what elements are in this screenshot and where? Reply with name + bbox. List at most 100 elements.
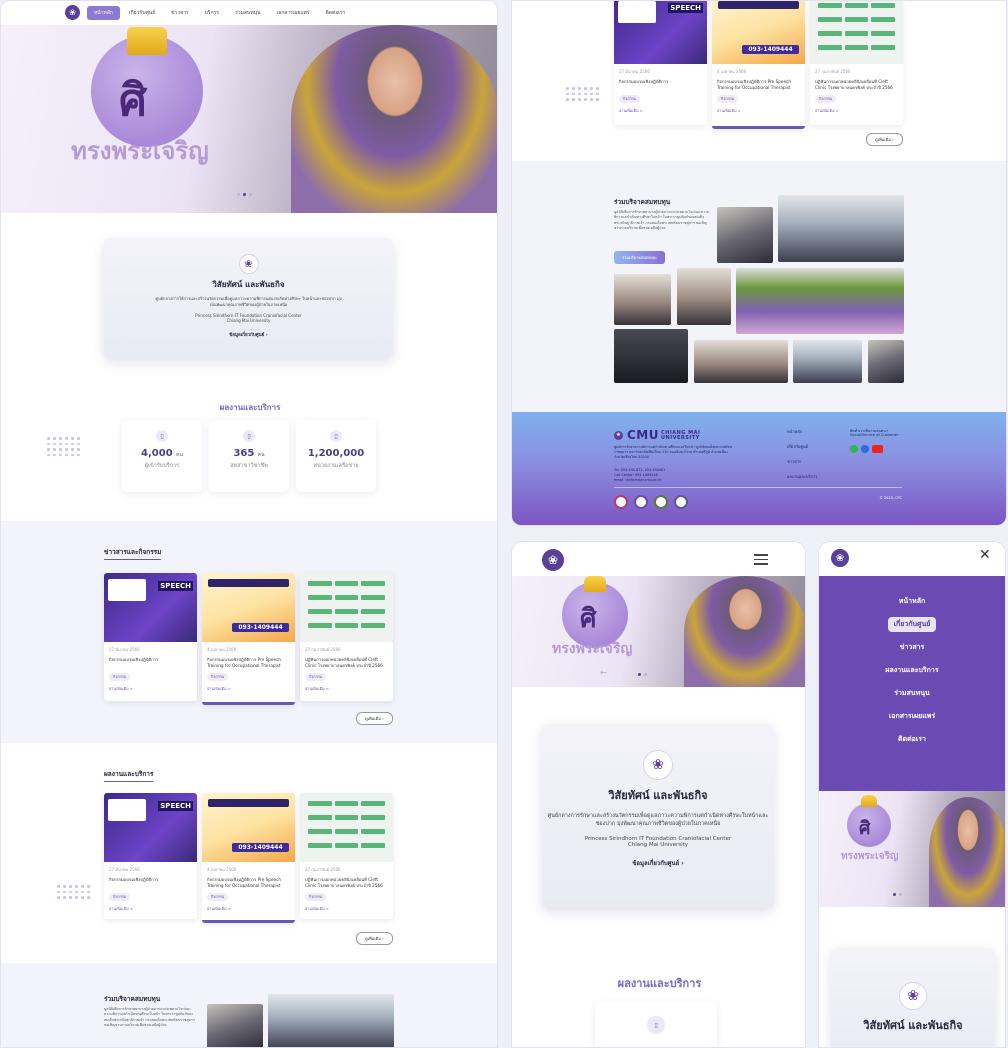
news-image — [300, 573, 393, 642]
view-all-news-button[interactable]: ดูเพิ่มเติม › — [356, 712, 393, 725]
work-title: กิจกรรมอบรมเชิงปฏิบัติการ — [619, 79, 669, 84]
facebook-icon[interactable] — [861, 445, 869, 453]
stats-title: ผลงานและบริการ — [219, 403, 281, 412]
menu-item-services[interactable]: ผลงานและบริการ — [879, 663, 944, 678]
nav-news[interactable]: ข่าวสาร — [164, 6, 196, 20]
read-more-link[interactable]: อ่านเพิ่มเติม > — [717, 108, 800, 114]
footer-email: email: cleftcenter.cmu.ac.th — [614, 478, 662, 482]
site-footer: ❀ CMU CHIANG MAI UNIVERSITY ศูนย์การรักษา… — [512, 412, 1006, 525]
news-tag[interactable]: กิจกรรม — [109, 673, 131, 681]
donation-photo — [694, 340, 788, 383]
dot-pattern — [566, 87, 599, 101]
donation-photo — [207, 1004, 263, 1047]
work-title: กิจกรรมอบรมเชิงปฏิบัติการ Pre Speech Tra… — [717, 79, 792, 90]
read-more-link[interactable]: อ่านเพิ่มเติม > — [305, 906, 388, 912]
donate-button[interactable]: ร่วมบริจาคสมทบทุน — [614, 251, 665, 264]
work-tag[interactable]: กิจกรรม — [717, 95, 739, 103]
footer-link-services[interactable]: ผลงานและบริการ — [787, 473, 817, 480]
read-more-link[interactable]: อ่านเพิ่มเติม > — [109, 686, 192, 692]
university-name-en: Chiang Mai University — [226, 318, 271, 323]
social-sub: Social/Service of Customer — [850, 433, 899, 437]
work-title: กิจกรรมอบรมเชิงปฏิบัติการ — [109, 877, 159, 882]
menu-item-about[interactable]: เกี่ยวกับศูนย์ — [887, 617, 937, 632]
menu-item-documents[interactable]: เอกสารเผยแพร่ — [883, 709, 941, 724]
mobile-page: ❀ ศิ ทรงพระเจริญ ← ❀ วิสัยทัศน์ และพันธก… — [511, 541, 806, 1048]
nav-contact[interactable]: ติดต่อเรา — [319, 6, 353, 20]
read-more-link[interactable]: อ่านเพิ่มเติม > — [109, 906, 192, 912]
view-all-works-button[interactable]: ดูเพิ่มเติม › — [866, 133, 903, 146]
work-tag[interactable]: กิจกรรม — [815, 95, 837, 103]
work-card[interactable]: 093-1409444 4 เมษายน 2566 กิจกรรมอบรมเชิง… — [712, 1, 805, 129]
close-icon[interactable]: ✕ — [979, 547, 991, 563]
footer-link-about[interactable]: เกี่ยวกับศูนย์ — [787, 443, 817, 450]
read-more-link[interactable]: อ่านเพิ่มเติม > — [207, 906, 290, 912]
donation-photo — [614, 274, 671, 325]
menu-item-contact[interactable]: ติดต่อเรา — [892, 732, 932, 747]
news-card[interactable]: 27 กุมภาพันธ์ 2566 ปฏิทินการออกหน่วยคลินิ… — [300, 573, 393, 701]
partner-seal-icon — [654, 495, 668, 509]
cfc-logo-icon[interactable]: ❀ — [542, 549, 564, 571]
nav-documents[interactable]: เอกสารเผยแพร่ — [269, 6, 316, 20]
work-tag[interactable]: กิจกรรม — [109, 893, 131, 901]
line-icon[interactable] — [850, 445, 858, 453]
youtube-icon[interactable] — [872, 445, 883, 453]
view-all-works-button[interactable]: ดูเพิ่มเติม › — [356, 932, 393, 945]
vision-desc: ศูนย์กลางการให้การและสร้างนวัตกรรมเพื่อด… — [155, 296, 342, 307]
nav-home[interactable]: หน้าหลัก — [87, 6, 120, 20]
hero-caption: ทรงพระเจริญ — [841, 851, 899, 862]
nav-donate[interactable]: ร่วมสนทนุน — [228, 6, 267, 20]
hero-slider-dots[interactable] — [893, 893, 902, 896]
work-tag[interactable]: กิจกรรม — [305, 893, 327, 901]
work-title: กิจกรรมอบรมเชิงปฏิบัติการ Pre Speech Tra… — [207, 877, 282, 888]
hero-slider-dots[interactable] — [638, 673, 647, 676]
donate-desc: มูลนิธิเพื่อการรักษาพยาบาลผู้ป่วยปากแหว่… — [614, 210, 710, 230]
footer-tel: Tel: 053-935-871, 053-934481 — [614, 468, 666, 472]
stat-value: 4,000 — [141, 448, 173, 459]
about-center-link[interactable]: ข้อมูลเกี่ยวกับศูนย์ › — [542, 858, 774, 868]
menu-item-home[interactable]: หน้าหลัก — [893, 594, 931, 609]
stat-value: 1,200,000 — [307, 448, 365, 459]
document-icon: ▯ — [647, 1016, 665, 1034]
hamburger-menu-icon[interactable] — [754, 554, 768, 568]
slider-prev-icon[interactable]: ← — [600, 668, 607, 677]
work-card[interactable]: SPEECH 27 มีนาคม 2566 กิจกรรมอบรมเชิงปฏิบ… — [614, 1, 707, 125]
work-card[interactable]: 27 กุมภาพันธ์ 2566 ปฏิทินการออกหน่วยคลินิ… — [810, 1, 903, 125]
news-card[interactable]: SPEECH 27 มีนาคม 2566 กิจกรรมอบรมเชิงปฏิบ… — [104, 573, 197, 701]
work-card[interactable]: 093-1409444 4 เมษายน 2566 กิจกรรมอบรมเชิง… — [202, 793, 295, 923]
work-tag[interactable]: กิจกรรม — [207, 893, 229, 901]
menu-item-news[interactable]: ข่าวสาร — [894, 640, 931, 655]
university-name-en: Chiang Mai University — [627, 841, 689, 848]
news-heading: ข่าวสารและกิจกรรม — [104, 547, 162, 560]
menu-item-donate[interactable]: ร่วมสนทนุน — [888, 686, 936, 701]
donate-desc: มูลนิธิเพื่อการรักษาพยาบาลผู้ป่วยปากแหว่… — [104, 1007, 195, 1027]
news-title: กิจกรรมอบรมเชิงปฏิบัติการ — [109, 657, 159, 662]
vision-title: วิสัยทัศน์ และพันธกิจ — [212, 280, 285, 289]
news-title: ปฏิทินการออกหน่วยคลินิกเคลื่อนที่ Cleft … — [305, 657, 383, 668]
read-more-link[interactable]: อ่านเพิ่มเติม > — [305, 686, 388, 692]
nav-services[interactable]: บริการ — [198, 6, 226, 20]
work-card[interactable]: SPEECH 27 มีนาคม 2566 กิจกรรมอบรมเชิงปฏิบ… — [104, 793, 197, 919]
donation-photo — [614, 329, 688, 383]
news-card[interactable]: 093-1409444 4 เมษายน 2566 กิจกรรมอบรมเชิง… — [202, 573, 295, 705]
royal-monogram: ศิ — [119, 75, 147, 126]
news-tag[interactable]: กิจกรรม — [305, 673, 327, 681]
hero-slider-dots[interactable] — [237, 193, 252, 196]
cfc-logo-icon[interactable]: ❀ — [65, 5, 80, 20]
about-center-link[interactable]: ข้อมูลเกี่ยวกับศูนย์ › — [104, 331, 393, 338]
news-tag[interactable]: กิจกรรม — [207, 673, 229, 681]
work-card[interactable]: 27 กุมภาพันธ์ 2566 ปฏิทินการออกหน่วยคลินิ… — [300, 793, 393, 919]
royal-monogram: ศิ — [859, 818, 871, 839]
nav-about[interactable]: เกี่ยวกับศูนย์ — [122, 6, 162, 20]
work-date: 27 มีนาคม 2566 — [109, 867, 140, 872]
read-more-link[interactable]: อ่านเพิ่มเติม > — [207, 686, 290, 692]
work-image: 093-1409444 — [202, 793, 295, 862]
footer-link-home[interactable]: หน้าหลัก — [787, 428, 817, 435]
footer-address: ศูนย์การรักษาความพิการแต่กำเนิดทางศีรษะแ… — [614, 445, 733, 459]
cfc-logo-icon[interactable]: ❀ — [831, 549, 849, 567]
work-tag[interactable]: กิจกรรม — [619, 95, 641, 103]
read-more-link[interactable]: อ่านเพิ่มเติม > — [619, 108, 702, 114]
footer-link-news[interactable]: ข่าวสาร — [787, 458, 817, 465]
eagle-logo-icon: ❀ — [238, 254, 259, 274]
donation-photo — [268, 994, 394, 1047]
read-more-link[interactable]: อ่านเพิ่มเติม > — [815, 108, 898, 114]
